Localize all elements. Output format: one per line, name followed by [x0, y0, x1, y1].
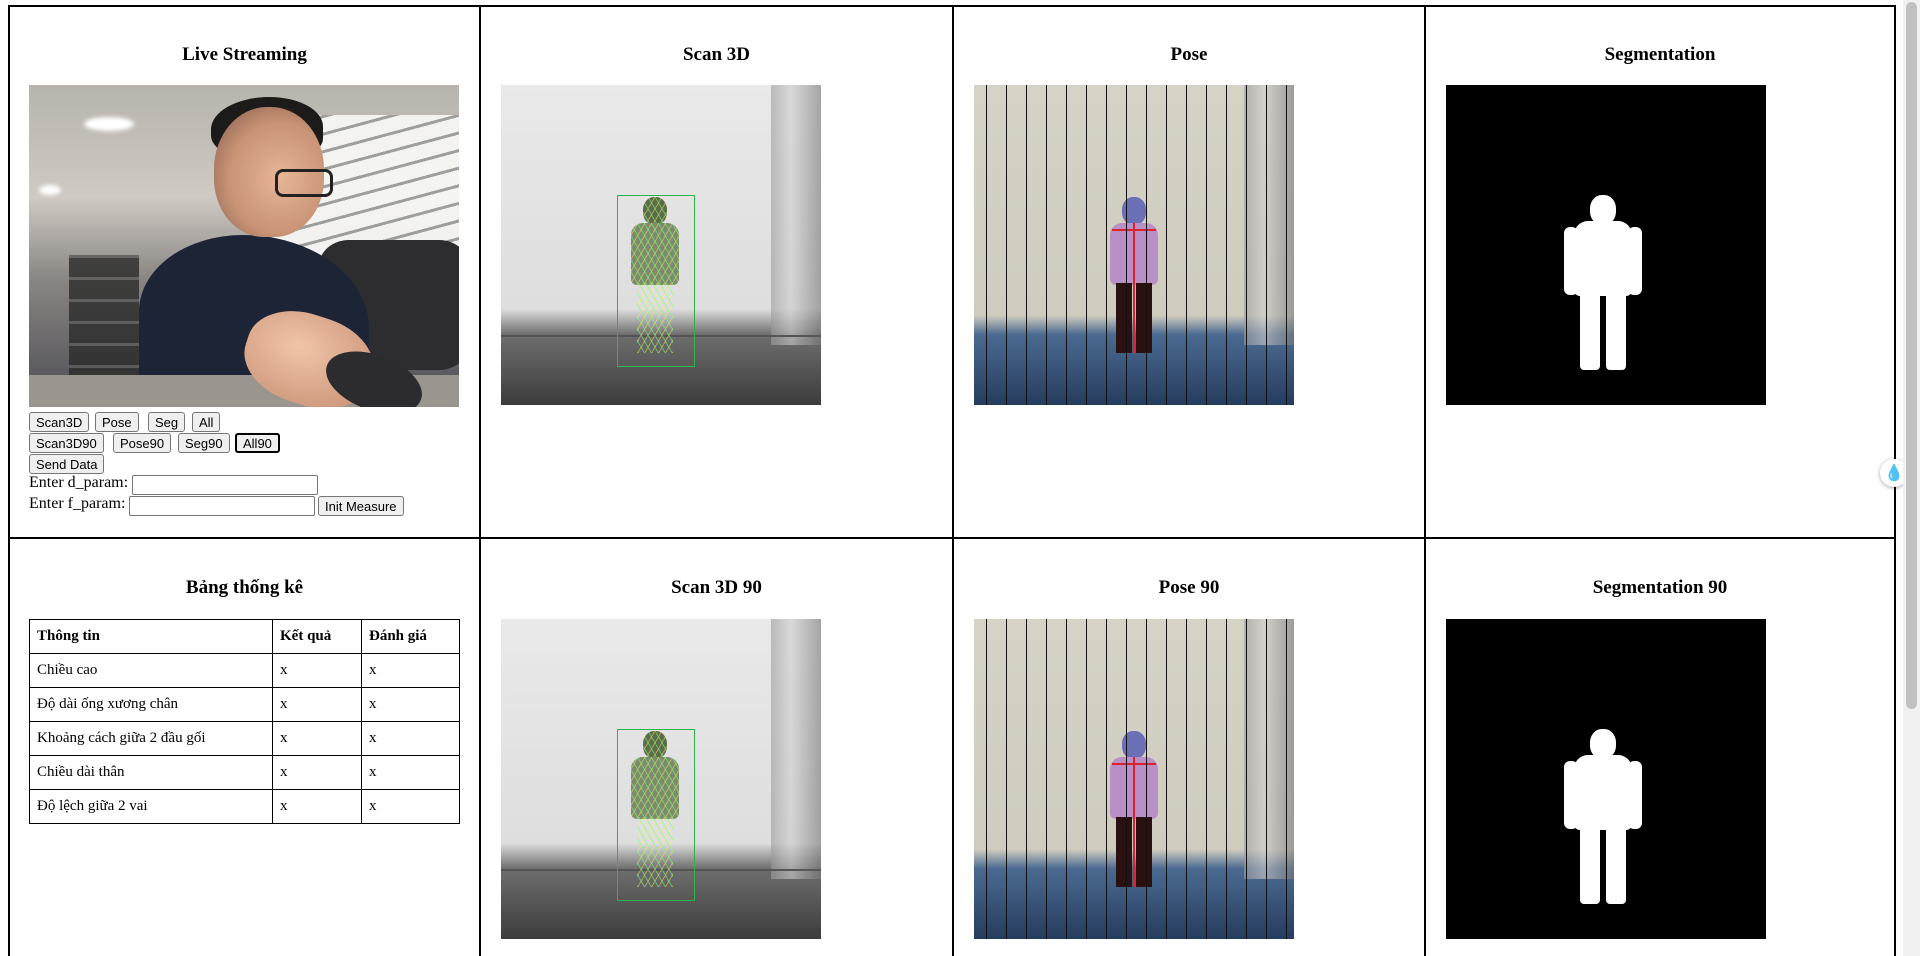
scan3d90-button[interactable]: Scan3D90: [29, 433, 104, 453]
scan3d-image: [501, 85, 821, 405]
f-param-input[interactable]: [129, 496, 315, 516]
scrollbar-thumb[interactable]: [1906, 2, 1917, 709]
header-evaluation: Đánh giá: [361, 619, 460, 654]
seg90-button[interactable]: Seg90: [178, 433, 230, 453]
row-result: x: [272, 653, 362, 688]
scan3d90-image: [501, 619, 821, 939]
seg-button[interactable]: Seg: [148, 412, 186, 432]
row-info: Độ dài ống xương chân: [29, 687, 273, 722]
live-streaming-panel: Live Streaming Scan3D Pose Seg All Scan3…: [10, 7, 479, 537]
row-info: Khoảng cách giữa 2 đầu gối: [29, 721, 273, 756]
table-row: Chiều dài thân x x: [29, 755, 460, 790]
scan3d-panel: Scan 3D: [481, 7, 952, 537]
scan3d90-panel: Scan 3D 90: [481, 539, 952, 956]
all90-button[interactable]: All90: [235, 433, 280, 453]
segmentation-panel: Segmentation: [1426, 7, 1894, 537]
d-param-label: Enter d_param:: [29, 474, 129, 491]
pose-title: Pose: [1170, 44, 1208, 65]
row-info: Chiều cao: [29, 653, 273, 688]
table-row: Độ lệch giữa 2 vai x x: [29, 789, 460, 824]
row-info: Độ lệch giữa 2 vai: [29, 789, 273, 824]
send-data-button[interactable]: Send Data: [29, 454, 105, 474]
row-result: x: [272, 789, 362, 824]
row-result: x: [272, 721, 362, 756]
segmentation90-image: [1446, 619, 1766, 939]
segmentation90-title: Segmentation 90: [1592, 577, 1728, 598]
init-measure-button[interactable]: Init Measure: [318, 496, 404, 516]
all-button[interactable]: All: [192, 412, 221, 432]
row-evaluation: x: [361, 789, 460, 824]
d-param-input[interactable]: [132, 475, 318, 495]
pose90-panel: Pose 90: [954, 539, 1424, 956]
live-streaming-title: Live Streaming: [182, 44, 307, 65]
scan3d90-title: Scan 3D 90: [671, 577, 762, 598]
segmentation-image: [1446, 85, 1766, 405]
f-param-label: Enter f_param:: [29, 495, 126, 512]
table-header-row: Thông tin Kết quả Đánh giá: [29, 619, 460, 654]
header-result: Kết quả: [272, 619, 362, 654]
live-webcam-feed: [29, 85, 459, 407]
row-evaluation: x: [361, 755, 460, 790]
pose90-button[interactable]: Pose90: [113, 433, 172, 453]
table-row: Độ dài ống xương chân x x: [29, 687, 460, 722]
row-result: x: [272, 755, 362, 790]
row-evaluation: x: [361, 653, 460, 688]
header-info: Thông tin: [29, 619, 273, 654]
statistics-table: Thông tin Kết quả Đánh giá Chiều cao x x…: [29, 619, 460, 824]
table-row: Khoảng cách giữa 2 đầu gối x x: [29, 721, 460, 756]
statistics-title: Bảng thống kê: [185, 577, 304, 598]
row-evaluation: x: [361, 721, 460, 756]
pose-button[interactable]: Pose: [95, 412, 139, 432]
segmentation-title: Segmentation: [1604, 44, 1716, 65]
scan3d-button[interactable]: Scan3D: [29, 412, 90, 432]
row-result: x: [272, 687, 362, 722]
table-row: Chiều cao x x: [29, 653, 460, 688]
scan3d-title: Scan 3D: [682, 44, 751, 65]
row-evaluation: x: [361, 687, 460, 722]
pose-image: [974, 85, 1294, 405]
pose90-image: [974, 619, 1294, 939]
row-info: Chiều dài thân: [29, 755, 273, 790]
pose-panel: Pose: [954, 7, 1424, 537]
segmentation90-panel: Segmentation 90: [1426, 539, 1894, 956]
statistics-panel: Bảng thống kê Thông tin Kết quả Đánh giá…: [10, 539, 479, 956]
pose90-title: Pose 90: [1158, 577, 1220, 598]
